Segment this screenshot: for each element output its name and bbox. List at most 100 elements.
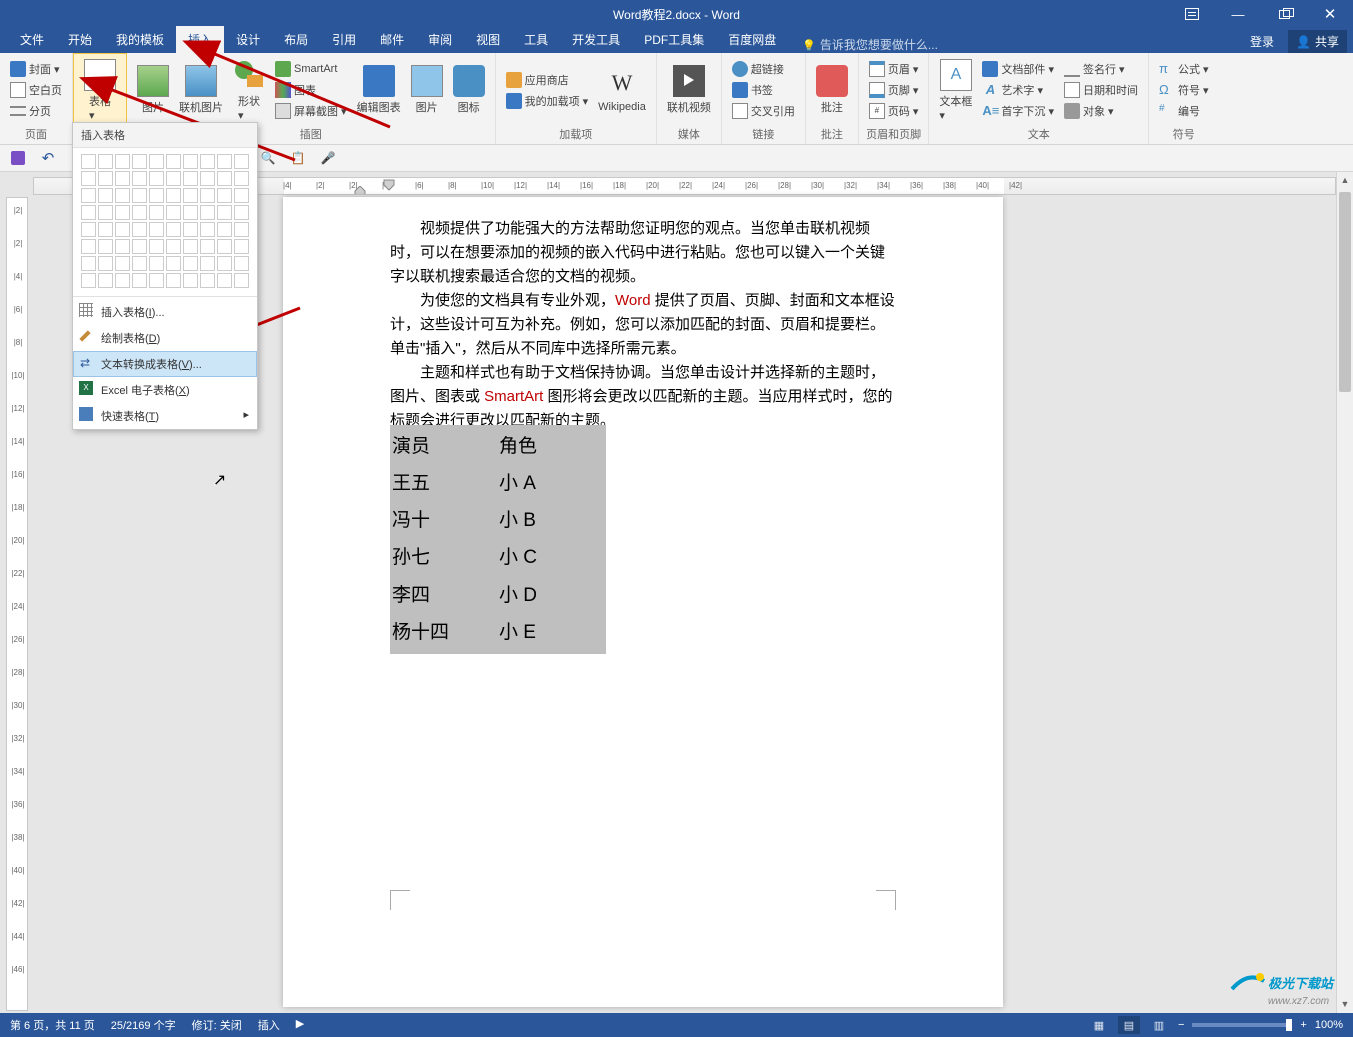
dropcap-button[interactable]: A≡首字下沉 ▾ [978,101,1058,121]
hyperlink-button[interactable]: 超链接 [728,59,799,79]
quick-tables-item[interactable]: 快速表格(T)▸ [73,403,257,429]
scroll-down-icon[interactable]: ▼ [1337,996,1353,1013]
zoom-level[interactable]: 100% [1315,1019,1343,1031]
symbol-button[interactable]: Ω符号 ▾ [1155,80,1213,100]
selected-text-block[interactable]: 演员角色 王五小 A 冯十小 B 孙七小 C 李四小 D 杨十四小 E [390,425,606,654]
group-pages: 封面 ▾ 空白页 分页 页面 [0,53,73,144]
table-dropdown: 插入表格 插入表格(I)... 绘制表格(D) 文本转换成表格(V)... XE… [72,122,258,430]
comment-icon [816,65,848,97]
scroll-up-icon[interactable]: ▲ [1337,172,1353,189]
omega-icon: Ω [1159,82,1175,98]
bulb-icon [802,38,816,52]
number-button[interactable]: #编号 [1155,101,1213,121]
tab-review[interactable]: 审阅 [416,26,464,53]
pagenum-button[interactable]: #页码 ▾ [865,101,923,121]
textbox-button[interactable]: A文本框▾ [935,56,976,124]
table-size-grid[interactable] [73,148,257,294]
excel-spreadsheet-item[interactable]: XExcel 电子表格(X) [73,377,257,403]
comment-button[interactable]: 批注 [812,56,852,124]
tab-pdf[interactable]: PDF工具集 [632,26,716,53]
footer-button[interactable]: 页脚 ▾ [865,80,923,100]
qat-undo[interactable] [38,148,58,168]
wikipedia-button[interactable]: WWikipedia [594,56,650,124]
crossref-button[interactable]: 交叉引用 [728,101,799,121]
pencil-icon [79,330,90,341]
margin-mark [390,890,410,910]
page-count[interactable]: 第 6 页，共 11 页 [10,1017,95,1033]
my-addins-button[interactable]: 我的加载项 ▾ [502,91,593,111]
restore-button[interactable] [1261,0,1307,28]
print-layout-button[interactable]: ▤ [1118,1016,1140,1034]
word-count[interactable]: 25/2169 个字 [111,1017,176,1033]
group-label: 媒体 [663,124,715,144]
parts-icon [982,61,998,77]
tell-me-input[interactable]: 告诉我您想要做什么... [802,36,938,53]
date-icon [1064,82,1080,98]
first-line-indent-marker[interactable] [383,178,395,195]
tab-file[interactable]: 文件 [8,26,56,53]
textbox-icon: A [940,59,972,91]
excel-icon: X [79,381,93,395]
minimize-button[interactable]: — [1215,0,1261,28]
tab-baidu[interactable]: 百度网盘 [716,26,788,53]
document-page[interactable]: 视频提供了功能强大的方法帮助您证明您的观点。当您单击联机视频时，可以在想要添加的… [283,197,1003,1007]
tab-home[interactable]: 开始 [56,26,104,53]
blank-page-button[interactable]: 空白页 [6,80,66,100]
online-video-button[interactable]: 联机视频 [663,56,715,124]
quicktable-icon [79,407,93,421]
group-label: 符号 [1155,124,1213,144]
equation-button[interactable]: π公式 ▾ [1155,59,1213,79]
picture2-button[interactable]: 图片 [407,56,447,124]
store-button[interactable]: 应用商店 [502,70,593,90]
zoom-slider[interactable] [1192,1023,1292,1027]
macro-record-icon[interactable]: ▶ [296,1017,304,1033]
draw-table-item[interactable]: 绘制表格(D) [73,325,257,351]
status-bar: 第 6 页，共 11 页 25/2169 个字 修订: 关闭 插入 ▶ ▦ ▤ … [0,1013,1353,1037]
bookmark-button[interactable]: 书签 [728,80,799,100]
tab-view[interactable]: 视图 [464,26,512,53]
header-button[interactable]: 页眉 ▾ [865,59,923,79]
convert-text-to-table-item[interactable]: 文本转换成表格(V)... [73,351,257,377]
zoom-in-button[interactable]: + [1300,1019,1306,1031]
signature-button[interactable]: 签名行 ▾ [1060,59,1142,79]
datetime-button[interactable]: 日期和时间 [1060,80,1142,100]
icons-icon [453,65,485,97]
tab-developer[interactable]: 开发工具 [560,26,632,53]
object-icon [1064,103,1080,119]
vertical-scrollbar[interactable]: ▲ ▼ [1336,172,1353,1013]
group-label: 页面 [6,124,66,144]
tab-tools[interactable]: 工具 [512,26,560,53]
object-button[interactable]: 对象 ▾ [1060,101,1142,121]
pic2-icon [411,65,443,97]
qat-voice[interactable]: 🎤 [318,148,338,168]
group-label: 批注 [812,124,852,144]
page-icon [10,61,26,77]
share-button[interactable]: 👤共享 [1288,30,1347,53]
quickparts-button[interactable]: 文档部件 ▾ [978,59,1058,79]
qat-save[interactable] [8,148,28,168]
login-button[interactable]: 登录 [1242,30,1282,53]
group-headerfooter: 页眉 ▾ 页脚 ▾ #页码 ▾ 页眉和页脚 [859,53,930,144]
zoom-out-button[interactable]: − [1178,1019,1184,1031]
vertical-ruler[interactable]: |2||2||4||6||8||10||12||14||16||18||20||… [6,197,28,1011]
crossref-icon [732,103,748,119]
wordart-button[interactable]: A艺术字 ▾ [978,80,1058,100]
swoosh-icon [1230,969,1266,993]
sig-icon [1064,61,1080,77]
group-text: A文本框▾ 文档部件 ▾ A艺术字 ▾ A≡首字下沉 ▾ 签名行 ▾ 日期和时间… [929,53,1149,144]
ribbon-options-icon[interactable] [1169,0,1215,28]
insert-mode[interactable]: 插入 [258,1017,280,1033]
close-button[interactable]: ✕ [1307,0,1353,28]
dropdown-title: 插入表格 [73,123,257,148]
pagenum-icon: # [869,103,885,119]
left-indent-marker[interactable] [354,186,366,195]
icons-button[interactable]: 图标 [449,56,489,124]
read-mode-button[interactable]: ▦ [1088,1016,1110,1034]
track-changes-status[interactable]: 修订: 关闭 [192,1017,242,1033]
page-break-button[interactable]: 分页 [6,101,66,121]
insert-table-item[interactable]: 插入表格(I)... [73,299,257,325]
group-symbols: π公式 ▾ Ω符号 ▾ #编号 符号 [1149,53,1219,144]
cover-page-button[interactable]: 封面 ▾ [6,59,66,79]
web-layout-button[interactable]: ▥ [1148,1016,1170,1034]
scrollbar-thumb[interactable] [1339,192,1351,392]
